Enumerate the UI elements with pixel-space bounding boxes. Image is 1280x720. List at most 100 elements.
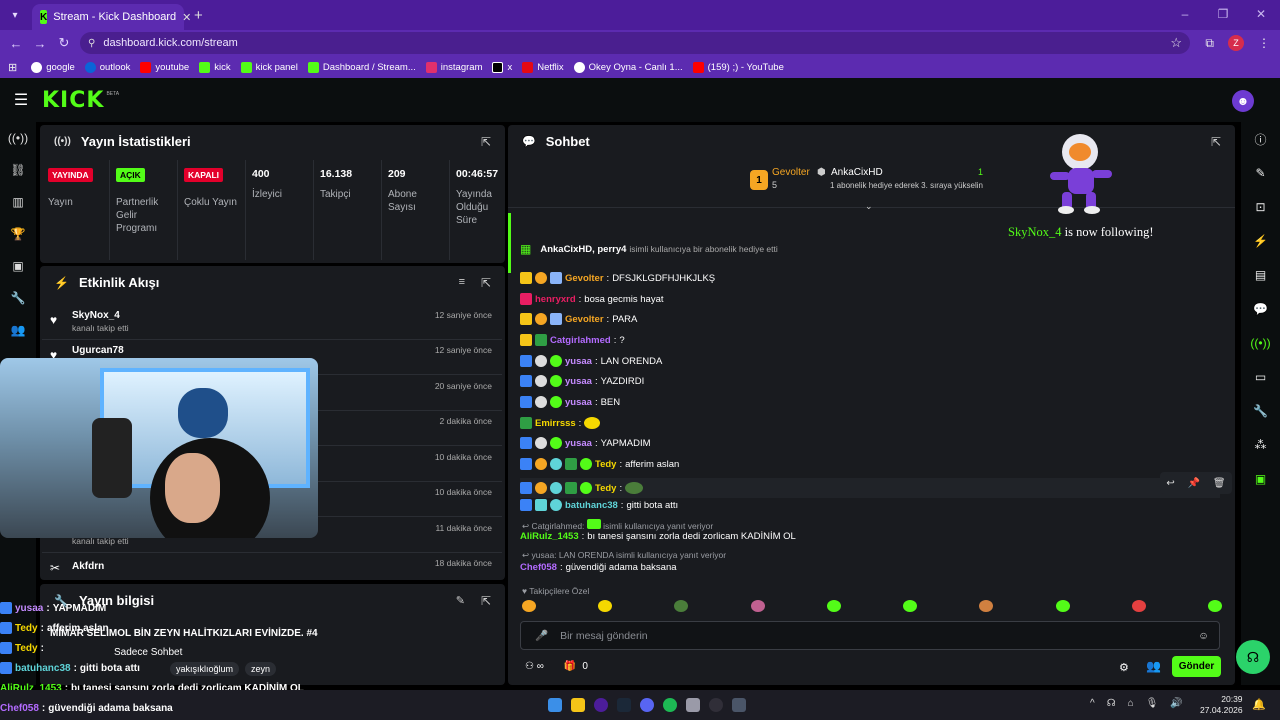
- users-icon[interactable]: 👥: [1146, 659, 1161, 673]
- activity-user[interactable]: Akfdrn: [72, 561, 104, 572]
- filter-icon[interactable]: ≡: [459, 276, 465, 288]
- users-icon[interactable]: 👥: [0, 314, 36, 346]
- extensions-icon[interactable]: ⧉: [1205, 36, 1214, 51]
- bookmark-item[interactable]: kick: [199, 61, 231, 73]
- notification-icon[interactable]: 🔔: [1252, 698, 1266, 711]
- start-icon[interactable]: [548, 698, 562, 712]
- chat-username[interactable]: Tedy: [595, 459, 616, 470]
- site-info-icon[interactable]: ⚲: [88, 38, 95, 49]
- bookmark-item[interactable]: instagram: [425, 61, 482, 73]
- chat-icon[interactable]: 💬: [1241, 292, 1280, 326]
- bookmark-item[interactable]: outlook: [84, 61, 130, 73]
- chat-username[interactable]: yusaa: [565, 438, 592, 449]
- minimize-icon[interactable]: –: [1166, 0, 1204, 30]
- maximize-icon[interactable]: ❐: [1204, 0, 1242, 30]
- gift-counter[interactable]: 🎁 0: [564, 661, 588, 672]
- popout-icon[interactable]: ⇱: [481, 594, 491, 608]
- apps-grid-icon[interactable]: ⊞: [8, 61, 17, 74]
- user-avatar[interactable]: ☻: [1232, 90, 1254, 112]
- stream-broadcast-icon[interactable]: ((•)): [0, 122, 36, 154]
- broadcast-icon[interactable]: ((•)): [1241, 326, 1280, 360]
- hamburger-menu-icon[interactable]: ☰: [0, 90, 42, 110]
- tab-search-icon[interactable]: ▾: [4, 4, 26, 26]
- url-field[interactable]: ⚲ dashboard.kick.com/stream ☆: [80, 32, 1190, 54]
- chat-username[interactable]: Gevolter: [565, 314, 604, 325]
- close-window-icon[interactable]: ✕: [1242, 0, 1280, 30]
- chat-username[interactable]: Tedy: [595, 483, 616, 494]
- new-tab-icon[interactable]: +: [194, 7, 203, 24]
- mic-icon[interactable]: 🎤: [535, 629, 548, 642]
- clock[interactable]: 20:39 27.04.2026: [1200, 694, 1243, 716]
- activity-user[interactable]: Ugurcan78: [72, 345, 124, 356]
- obs-icon[interactable]: [709, 698, 723, 712]
- emote-icon[interactable]: [826, 600, 841, 612]
- discord-icon[interactable]: [640, 698, 654, 712]
- focus-icon[interactable]: ⊡: [1241, 190, 1280, 224]
- collapse-pinned-icon[interactable]: ⌄: [865, 201, 873, 212]
- delete-icon[interactable]: 🗑: [1213, 478, 1226, 489]
- popout-icon[interactable]: ⇱: [1211, 135, 1221, 149]
- trophy-icon[interactable]: 🏆: [0, 218, 36, 250]
- chat-settings-icon[interactable]: ⚙: [1119, 661, 1129, 674]
- notes-icon[interactable]: ▤: [1241, 258, 1280, 292]
- headset-icon[interactable]: ☊: [1107, 698, 1116, 709]
- gift-users[interactable]: AnkaCixHD, perry4: [540, 244, 626, 255]
- bookmark-star-icon[interactable]: ☆: [1170, 35, 1182, 51]
- tray-chevron-icon[interactable]: ^: [1090, 698, 1095, 709]
- send-button[interactable]: Gönder: [1172, 656, 1221, 677]
- emoji-icon[interactable]: ☺: [1198, 630, 1209, 642]
- chat-username[interactable]: yusaa: [565, 376, 592, 387]
- tag-chip[interactable]: yakışıklıoğlum: [170, 662, 240, 676]
- close-tab-icon[interactable]: ✕: [182, 11, 191, 24]
- more-menu-icon[interactable]: ⋮: [1258, 36, 1270, 50]
- network-icon[interactable]: ⌂: [1128, 698, 1134, 709]
- chat-username[interactable]: Emirrsss: [535, 418, 576, 429]
- chat-input[interactable]: 🎤 Bir mesaj gönderin ☺: [520, 621, 1220, 650]
- mic-icon[interactable]: 🎙: [1146, 698, 1159, 709]
- wrench-icon[interactable]: 🔧: [0, 282, 36, 314]
- users-icon[interactable]: ⁂: [1241, 428, 1280, 462]
- support-bubble-icon[interactable]: ☊: [1236, 640, 1270, 674]
- bookmark-item[interactable]: kick panel: [240, 61, 298, 73]
- link-icon[interactable]: ⛓: [0, 154, 36, 186]
- edit-icon[interactable]: ✎: [1241, 156, 1280, 190]
- chat-username[interactable]: henryxrd: [535, 294, 576, 305]
- steam-icon[interactable]: [732, 698, 746, 712]
- bookmark-item[interactable]: google: [31, 61, 75, 73]
- steam-icon[interactable]: [617, 698, 631, 712]
- emote-icon[interactable]: [1055, 600, 1070, 612]
- bookmark-item[interactable]: x: [492, 61, 512, 73]
- chat-username[interactable]: AliRulz_1453: [520, 531, 579, 542]
- video-icon[interactable]: ▣: [0, 250, 36, 282]
- bookmark-item[interactable]: Dashboard / Stream...: [307, 61, 416, 73]
- tag-chip[interactable]: zeyn: [245, 662, 277, 676]
- bookmark-item[interactable]: Netflix: [522, 61, 564, 73]
- app-icon[interactable]: [686, 698, 700, 712]
- analytics-icon[interactable]: ▥: [0, 186, 36, 218]
- bookmark-item[interactable]: Okey Oyna - Canlı 1...: [573, 61, 683, 73]
- chat-username[interactable]: batuhanc38: [565, 500, 618, 511]
- bookmark-item[interactable]: (159) ;) - YouTube: [692, 61, 784, 73]
- emote-icon[interactable]: [1131, 600, 1146, 612]
- chrome-icon[interactable]: [594, 698, 608, 712]
- chat-username[interactable]: Chef058: [520, 562, 557, 573]
- browser-tab[interactable]: K Stream - Kick Dashboard ✕: [32, 4, 191, 30]
- emote-icon[interactable]: [522, 600, 536, 612]
- back-icon[interactable]: ←: [4, 36, 28, 51]
- activity-user[interactable]: SkyNox_4: [72, 310, 120, 321]
- emote-icon[interactable]: [979, 600, 994, 612]
- pin-icon[interactable]: 📌: [1188, 478, 1200, 489]
- emote-icon[interactable]: [903, 600, 918, 612]
- bolt-icon[interactable]: ⚡: [1241, 224, 1280, 258]
- channel-points-icon[interactable]: ⚇ ∞: [525, 661, 544, 672]
- chat-username[interactable]: yusaa: [565, 397, 592, 408]
- spotify-icon[interactable]: [663, 698, 677, 712]
- emote-icon[interactable]: [674, 600, 689, 612]
- forward-icon[interactable]: →: [28, 36, 52, 51]
- profile-avatar[interactable]: Z: [1228, 35, 1244, 51]
- popout-icon[interactable]: ⇱: [481, 135, 491, 149]
- reply-icon[interactable]: ↩: [1166, 478, 1174, 489]
- popout-icon[interactable]: ⇱: [481, 276, 491, 290]
- bookmark-item[interactable]: youtube: [140, 61, 189, 73]
- info-icon[interactable]: ⓘ: [1241, 122, 1280, 156]
